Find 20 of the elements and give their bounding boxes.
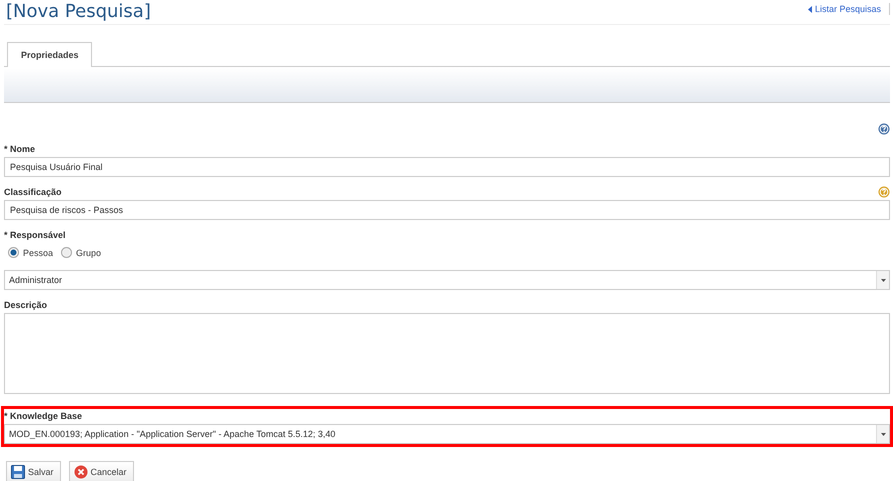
save-button[interactable]: Salvar (6, 461, 61, 481)
tab[interactable]: Propriedades (7, 42, 92, 67)
back-link[interactable]: Listar Pesquisas (808, 3, 890, 15)
field-label: Classificação (4, 186, 62, 196)
dropdown[interactable]: Administrator (4, 270, 890, 290)
radio-option[interactable]: Pessoa (8, 247, 54, 258)
field-label: * Responsável (4, 230, 66, 240)
triangle-icon (808, 6, 812, 12)
caret-icon (880, 432, 886, 436)
dropdown[interactable]: MOD_EN.000193; Application - "Application Server" - Apache Tomcat 5.5.12; 3,40 (4, 424, 890, 444)
cancel-button[interactable]: Cancelar (68, 461, 134, 481)
field-label: * Knowledge Base (4, 410, 82, 420)
input-field[interactable]: Pesquisa Usuário Final (4, 157, 890, 177)
field-label: * Nome (4, 144, 36, 154)
cancel-icon (74, 464, 88, 478)
input-field[interactable]: Pesquisa de riscos - Passos (4, 200, 890, 220)
caret-icon (880, 278, 886, 282)
field-label: Descrição (4, 300, 48, 310)
page-title: [Nova Pesquisa] (6, 1, 151, 23)
radio-option[interactable]: Grupo (61, 247, 102, 258)
